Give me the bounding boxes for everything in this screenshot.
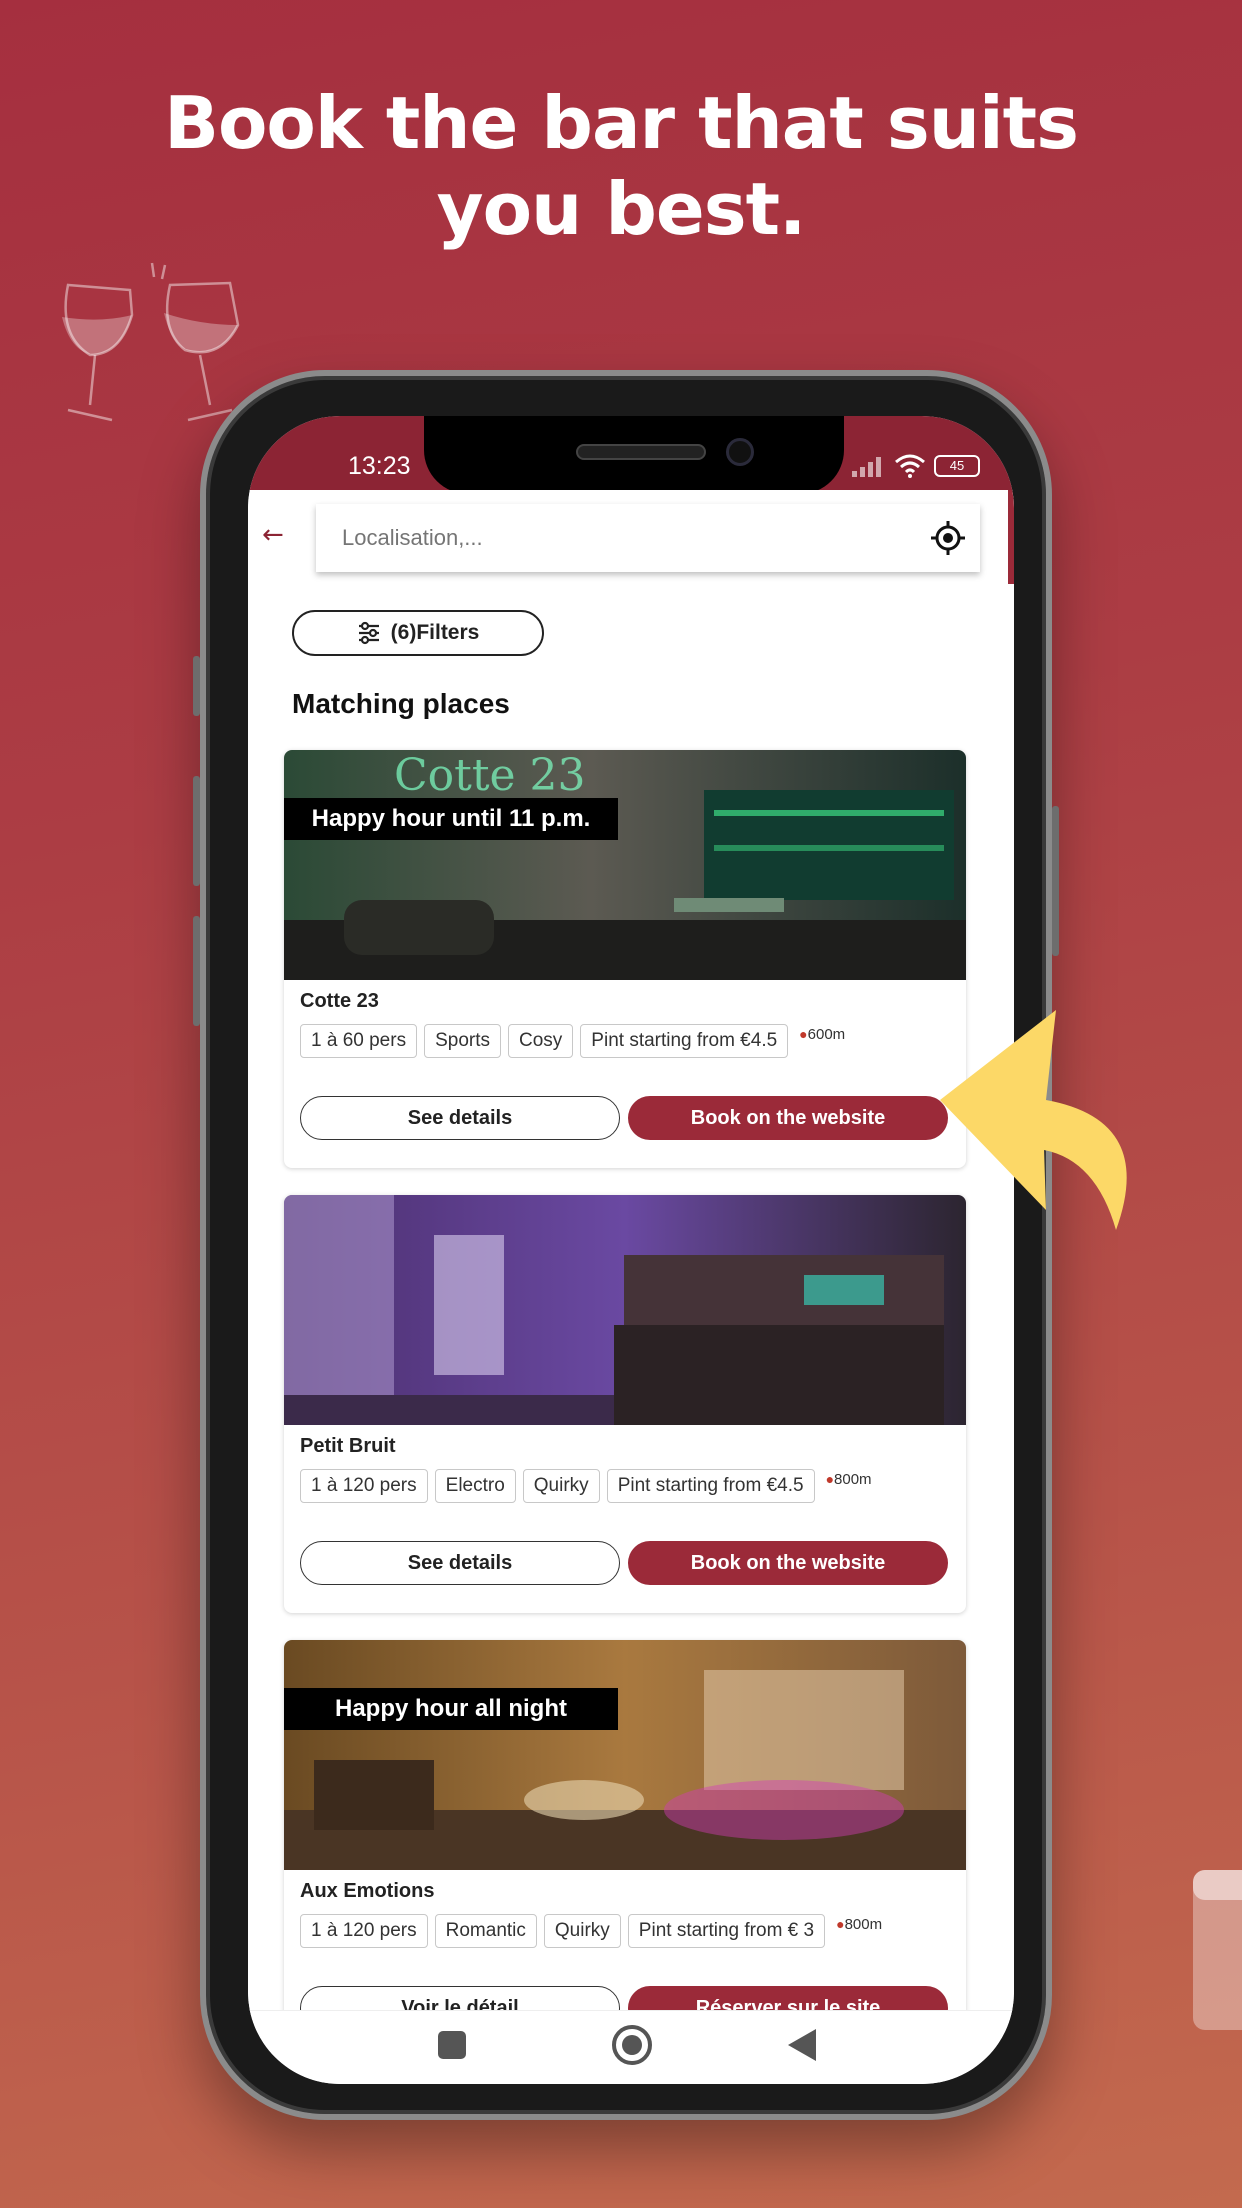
wifi-icon (895, 454, 925, 478)
tag-theme: Romantic (434, 1914, 537, 1948)
place-photo[interactable]: Cotte 23 (284, 750, 966, 980)
tag-capacity: 1 à 60 pers (300, 1024, 418, 1058)
headline-line-1: Book the bar that suits (164, 81, 1079, 165)
results-list[interactable]: (6)Filters Matching places Cotte 23 Happ… (248, 584, 1014, 2010)
headline: Book the bar that suits you best. (0, 80, 1242, 252)
status-bar: 13:23 45 (248, 416, 1014, 494)
book-website-button[interactable]: Book on the website (628, 1541, 948, 1585)
place-photo[interactable] (284, 1195, 966, 1425)
distance-value: 800m (834, 1471, 872, 1488)
app-bar: ← (248, 490, 1014, 584)
notch (424, 416, 844, 494)
tag-mood: Quirky (543, 1914, 621, 1948)
crosshair-icon[interactable] (930, 520, 966, 556)
scroll-edge (1008, 490, 1014, 584)
tag-price: Pint starting from €4.5 (606, 1469, 815, 1503)
place-tags: 1 à 120 pers Romantic Quirky Pint starti… (300, 1914, 882, 1948)
sliders-icon (358, 621, 379, 645)
tag-theme: Sports (424, 1024, 501, 1058)
headline-line-2: you best. (436, 167, 807, 251)
front-camera (726, 438, 754, 466)
place-card[interactable]: Happy hour all night Aux Emotions 1 à 12… (284, 1640, 966, 2010)
speaker-grille (576, 444, 706, 460)
curved-arrow-icon (940, 1010, 1127, 1230)
android-nav-bar (248, 2010, 1014, 2084)
distance: ●800m (836, 1914, 882, 1933)
place-name: Petit Bruit (300, 1435, 396, 1457)
see-details-button[interactable]: Voir le détail (300, 1986, 620, 2010)
tag-mood: Cosy (508, 1024, 574, 1058)
search-input[interactable] (342, 525, 862, 551)
section-title: Matching places (292, 688, 510, 719)
phone-screen: 13:23 45 ← Localisation,... (6)Filters M… (248, 416, 1014, 2084)
battery-indicator: 45 (934, 455, 980, 477)
see-details-button[interactable]: See details (300, 1096, 620, 1140)
tag-theme: Electro (434, 1469, 516, 1503)
phone-frame: 13:23 45 ← Localisation,... (6)Filters M… (193, 370, 1059, 2120)
location-pin-icon: ● (825, 1471, 835, 1487)
distance-value: 800m (844, 1916, 883, 1933)
tag-price: Pint starting from €4.5 (580, 1024, 789, 1058)
place-name: Cotte 23 (300, 990, 379, 1012)
book-website-button[interactable]: Réserver sur le site (628, 1986, 948, 2010)
see-details-button[interactable]: See details (300, 1541, 620, 1585)
happy-hour-banner: Happy hour until 11 p.m. (284, 798, 618, 840)
place-card[interactable]: Petit Bruit 1 à 120 pers Electro Quirky … (284, 1195, 966, 1613)
recent-apps-icon[interactable] (438, 2031, 466, 2059)
home-icon[interactable] (612, 2025, 652, 2065)
place-name: Aux Emotions (300, 1880, 435, 1902)
place-tags: 1 à 60 pers Sports Cosy Pint starting fr… (300, 1024, 845, 1058)
filters-button[interactable]: (6)Filters (292, 610, 544, 656)
tag-price: Pint starting from € 3 (627, 1914, 826, 1948)
arrow-left-icon[interactable]: ← (262, 520, 284, 550)
distance: ●800m (826, 1469, 872, 1488)
tag-capacity: 1 à 120 pers (300, 1469, 428, 1503)
status-icons: 45 (852, 454, 980, 478)
book-website-button[interactable]: Book on the website (628, 1096, 948, 1140)
signal-icon (852, 457, 881, 477)
tag-mood: Quirky (522, 1469, 600, 1503)
place-photo[interactable] (284, 1640, 966, 1870)
place-tags: 1 à 120 pers Electro Quirky Pint startin… (300, 1469, 872, 1503)
distance: ●600m (799, 1024, 845, 1043)
tag-capacity: 1 à 120 pers (300, 1914, 428, 1948)
location-pin-icon: ● (799, 1026, 808, 1042)
distance-value: 600m (807, 1026, 846, 1043)
svg-text:Cotte 23: Cotte 23 (394, 750, 586, 801)
location-pin-icon: ● (836, 1916, 845, 1932)
beer-glass-icon (1193, 1870, 1242, 2030)
back-triangle-icon[interactable] (788, 2029, 816, 2061)
status-time: 13:23 (348, 452, 411, 480)
place-card[interactable]: Cotte 23 Happy hour until 11 p.m. Cotte … (284, 750, 966, 1168)
search-bar[interactable] (316, 504, 980, 572)
filters-label: (6)Filters (390, 621, 480, 644)
happy-hour-banner: Happy hour all night (284, 1688, 618, 1730)
